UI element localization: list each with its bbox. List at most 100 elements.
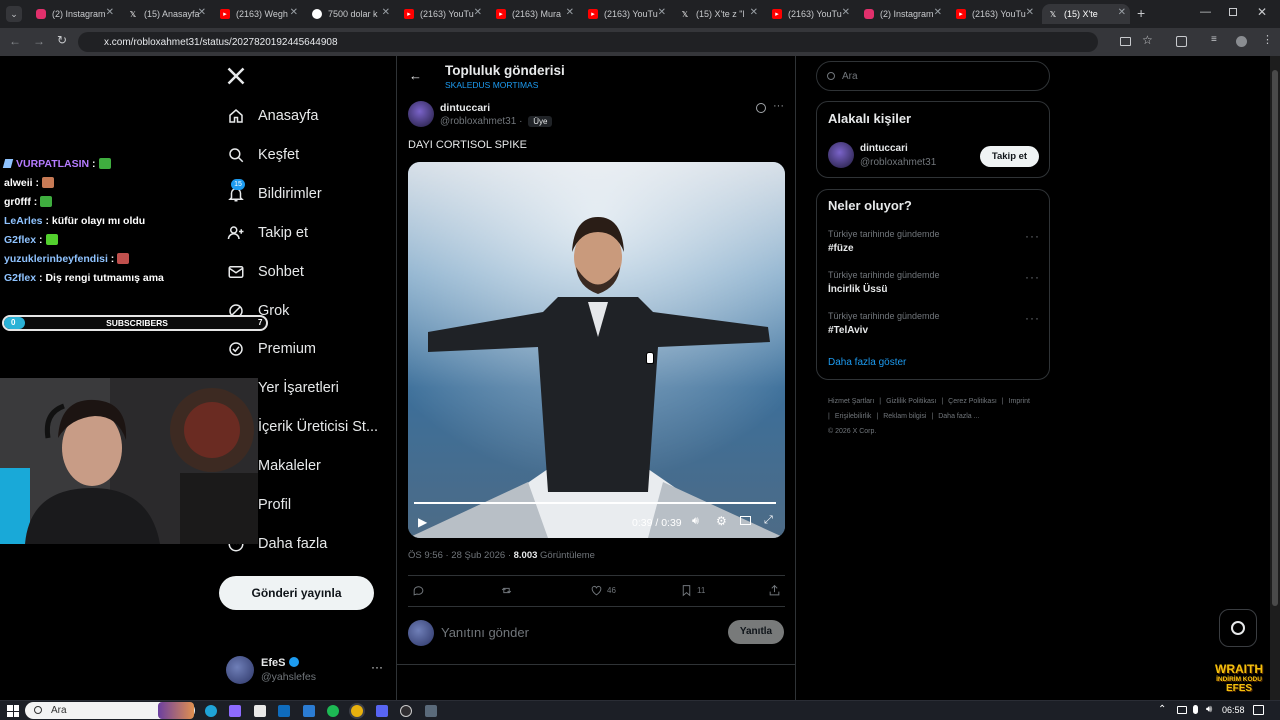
- nav-item-premium[interactable]: Premium: [226, 334, 316, 364]
- browser-tab[interactable]: 7500 dolar k ✕: [306, 4, 394, 24]
- repost-action[interactable]: [500, 584, 517, 597]
- browser-tab[interactable]: 𝕏 (15) X'te z "l ✕: [674, 4, 762, 24]
- nav-item-bell[interactable]: 15 Bildirimler: [226, 179, 322, 209]
- video-progress-track[interactable]: [414, 502, 776, 504]
- tray-network-icon[interactable]: [1177, 706, 1187, 714]
- tab-close-icon[interactable]: ✕: [750, 7, 758, 18]
- reply-button[interactable]: Yanıtla: [728, 620, 784, 644]
- profile-avatar-icon[interactable]: [1236, 36, 1247, 47]
- forward-button[interactable]: →: [33, 34, 45, 48]
- browser-tab[interactable]: ▸ (2163) YouTu ✕: [398, 4, 486, 24]
- copilot-icon[interactable]: [229, 705, 241, 717]
- tab-close-icon[interactable]: ✕: [566, 7, 574, 18]
- account-more-icon[interactable]: ···: [371, 660, 383, 674]
- start-button-icon[interactable]: [7, 705, 19, 717]
- video-settings-icon[interactable]: ⚙: [716, 514, 727, 528]
- tab-close-icon[interactable]: ✕: [474, 7, 482, 18]
- post-button[interactable]: Gönderi yayınla: [219, 576, 374, 610]
- new-tab-button[interactable]: +: [1137, 6, 1145, 20]
- follow-button[interactable]: Takip et: [980, 146, 1039, 167]
- extensions-icon[interactable]: [1176, 36, 1187, 47]
- trend-more-icon[interactable]: ···: [1025, 229, 1040, 243]
- tab-close-icon[interactable]: ✕: [290, 7, 298, 18]
- tab-close-icon[interactable]: ✕: [106, 7, 114, 18]
- nav-item-search[interactable]: Keşfet: [226, 140, 299, 170]
- browser-tab[interactable]: ▸ (2163) YouTu ✕: [582, 4, 670, 24]
- word-icon[interactable]: [303, 705, 315, 717]
- browser-menu-icon[interactable]: ⋮: [1262, 33, 1273, 46]
- show-more-link[interactable]: Daha fazla göster: [828, 357, 906, 368]
- footer-link[interactable]: Daha fazla ...: [938, 413, 979, 420]
- post-timestamp[interactable]: ÖS 9:56 · 28 Şub 2026 ·: [408, 550, 514, 561]
- browser-tab[interactable]: (2) Instagram ✕: [858, 4, 946, 24]
- related-avatar[interactable]: [828, 142, 854, 168]
- media-controls-icon[interactable]: ≡: [1211, 34, 1217, 45]
- reload-button[interactable]: ↻: [57, 33, 67, 47]
- grok-float-button[interactable]: [1219, 609, 1257, 647]
- maximize-button[interactable]: [1229, 8, 1237, 16]
- footer-link[interactable]: Imprint: [1009, 398, 1030, 405]
- scrollbar-thumb[interactable]: [1272, 70, 1278, 606]
- author-handle[interactable]: @robloxahmet31: [440, 116, 516, 127]
- trend-item[interactable]: Türkiye tarihinde gündemde #TelAviv ···: [828, 311, 1040, 343]
- trend-more-icon[interactable]: ···: [1025, 311, 1040, 325]
- pip-icon[interactable]: [740, 516, 751, 525]
- trend-item[interactable]: Türkiye tarihinde gündemde #füze ···: [828, 229, 1040, 261]
- volume-icon[interactable]: 🔊︎: [692, 515, 699, 528]
- author-name[interactable]: dintuccari: [440, 102, 490, 114]
- nav-item-home[interactable]: Anasayfa: [226, 101, 318, 131]
- browser-tab[interactable]: ▸ (2163) YouTu ✕: [766, 4, 854, 24]
- chrome-icon[interactable]: [351, 705, 363, 717]
- community-name-link[interactable]: SKALEDUS MORTIMAS: [445, 80, 538, 90]
- outlook-icon[interactable]: [278, 705, 290, 717]
- tab-close-icon[interactable]: ✕: [1118, 7, 1126, 18]
- footer-link[interactable]: Hizmet Şartları: [828, 398, 874, 405]
- bookmark-action[interactable]: 11: [680, 584, 705, 597]
- tray-chevron-icon[interactable]: ⌃: [1158, 704, 1166, 715]
- footer-link[interactable]: Erişilebilirlik: [835, 413, 872, 420]
- tab-close-icon[interactable]: ✕: [382, 7, 390, 18]
- cast-icon[interactable]: [1120, 37, 1131, 46]
- tab-close-icon[interactable]: ✕: [842, 7, 850, 18]
- browser-tab[interactable]: 𝕏 (15) Anasayfa ✕: [122, 4, 210, 24]
- discord-icon[interactable]: [376, 705, 388, 717]
- bookmark-star-icon[interactable]: ☆: [1142, 33, 1153, 47]
- browser-tab[interactable]: 𝕏 (15) X'te ✕: [1042, 4, 1130, 24]
- grok-explain-icon[interactable]: [756, 103, 766, 113]
- play-icon[interactable]: ▶: [418, 515, 427, 529]
- edge-icon[interactable]: [205, 705, 217, 717]
- search-input[interactable]: Ara: [842, 71, 858, 82]
- clock[interactable]: 06:58: [1222, 705, 1245, 715]
- obs-icon[interactable]: [400, 705, 412, 717]
- calculator-icon[interactable]: [425, 705, 437, 717]
- like-action[interactable]: 46: [590, 584, 616, 597]
- nav-item-mail[interactable]: Sohbet: [226, 257, 304, 287]
- browser-tab[interactable]: ▸ (2163) Wegh ✕: [214, 4, 302, 24]
- notepad-icon[interactable]: [254, 705, 266, 717]
- close-window-button[interactable]: ✕: [1257, 5, 1267, 19]
- tray-mic-icon[interactable]: [1193, 705, 1198, 714]
- browser-tab[interactable]: (2) Instagram ✕: [30, 4, 118, 24]
- share-action[interactable]: [768, 584, 785, 597]
- footer-link[interactable]: Gizlilik Politikası: [886, 398, 936, 405]
- tab-close-icon[interactable]: ✕: [658, 7, 666, 18]
- footer-link[interactable]: Çerez Politikası: [948, 398, 997, 405]
- fullscreen-icon[interactable]: ⤢: [764, 514, 773, 527]
- author-avatar[interactable]: [408, 101, 434, 127]
- search-box[interactable]: Ara: [816, 61, 1050, 91]
- address-bar[interactable]: x.com/robloxahmet31/status/2027820192445…: [78, 32, 1098, 52]
- notifications-icon[interactable]: [1253, 705, 1264, 715]
- tab-close-icon[interactable]: ✕: [934, 7, 942, 18]
- trend-item[interactable]: Türkiye tarihinde gündemde İncirlik Üssü ·…: [828, 270, 1040, 302]
- tab-close-icon[interactable]: ✕: [198, 7, 206, 18]
- taskbar-widget-image[interactable]: [158, 702, 194, 719]
- spotify-icon[interactable]: [327, 705, 339, 717]
- reply-action[interactable]: [412, 584, 429, 597]
- nav-item-follow[interactable]: Takip et: [226, 218, 308, 248]
- trend-more-icon[interactable]: ···: [1025, 270, 1040, 284]
- footer-link[interactable]: Reklam bilgisi: [883, 413, 926, 420]
- tray-volume-icon[interactable]: 🔊︎: [1206, 704, 1212, 715]
- post-video[interactable]: ▶ 0:39 / 0:39 🔊︎ ⚙ ⤢: [408, 162, 785, 538]
- minimize-button[interactable]: —: [1200, 6, 1211, 18]
- tab-search-button[interactable]: ⌄: [6, 6, 22, 22]
